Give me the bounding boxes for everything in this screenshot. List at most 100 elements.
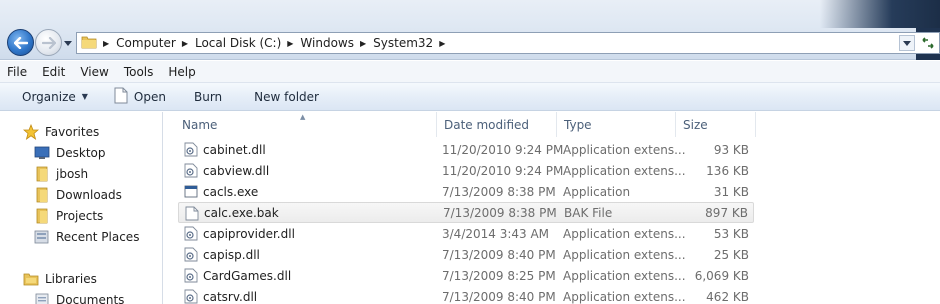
breadcrumb-arrow-icon[interactable]: ▶: [439, 39, 445, 48]
nav-item-downloads[interactable]: Downloads: [33, 185, 122, 205]
nav-item-label: Projects: [56, 209, 104, 223]
breadcrumb-local-disk[interactable]: ▶ Local Disk (C:): [176, 33, 281, 53]
address-bar[interactable]: ▶ Computer ▶ Local Disk (C:) ▶ Windows ▶…: [76, 32, 940, 54]
breadcrumb-system32[interactable]: ▶ System32 ▶: [354, 33, 452, 53]
breadcrumb-label[interactable]: Computer: [116, 36, 176, 50]
nav-item-label: Desktop: [56, 146, 106, 160]
nav-item-documents[interactable]: Documents: [33, 290, 124, 304]
new-folder-button[interactable]: New folder: [248, 85, 325, 109]
breadcrumb-arrow-icon[interactable]: ▶: [287, 39, 293, 48]
file-size: 93 KB: [713, 142, 749, 157]
nav-item-label: jbosh: [56, 167, 89, 181]
nav-item-projects[interactable]: Projects: [33, 206, 103, 226]
file-row[interactable]: cacls.exe 7/13/2009 8:38 PM Application 31 …: [178, 181, 754, 202]
recent-pages-dropdown[interactable]: [63, 38, 73, 48]
star-icon: [22, 124, 40, 140]
nav-item-jbosh[interactable]: jbosh: [33, 164, 88, 184]
refresh-icon: [922, 37, 934, 49]
file-name: CardGames.dll: [203, 268, 292, 283]
arrow-left-icon: [13, 36, 28, 49]
chevron-down-icon: [903, 40, 911, 46]
breadcrumb-label[interactable]: Windows: [300, 36, 354, 50]
nav-libraries[interactable]: Libraries: [22, 269, 97, 289]
organize-button[interactable]: Organize ▼: [16, 85, 94, 109]
refresh-button[interactable]: [919, 35, 937, 51]
open-button[interactable]: Open: [108, 85, 172, 109]
file-size: 53 KB: [713, 226, 749, 241]
forward-button[interactable]: [35, 29, 62, 56]
chevron-down-icon: ▼: [81, 92, 88, 101]
column-header-name[interactable]: Name: [175, 112, 437, 137]
nav-libraries-label: Libraries: [45, 272, 97, 286]
documents-library-icon: [33, 292, 51, 304]
column-header-date[interactable]: Date modified: [437, 112, 557, 137]
file-row[interactable]: cabinet.dll 11/20/2010 9:24 PM Application…: [178, 139, 754, 160]
folder-icon: [33, 187, 51, 203]
nav-item-recent-places[interactable]: Recent Places: [33, 227, 139, 247]
column-header-label: Size: [683, 117, 708, 132]
file-row[interactable]: CardGames.dll 7/13/2009 8:25 PM Applicatio…: [178, 265, 754, 286]
file-name: cabinet.dll: [203, 142, 266, 157]
breadcrumb-windows[interactable]: ▶ Windows: [281, 33, 354, 53]
column-header-label: Date modified: [444, 117, 530, 132]
file-type: Application: [563, 184, 631, 199]
folder-icon: [81, 34, 97, 53]
breadcrumb-arrow-icon[interactable]: ▶: [103, 39, 109, 48]
column-headers: ▲ Name Date modified Type Size: [164, 112, 940, 137]
column-header-label: Name: [182, 117, 218, 132]
file-row[interactable]: catsrv.dll 7/13/2009 8:40 PM Application e…: [178, 286, 754, 304]
dll-icon: [184, 226, 198, 241]
nav-item-desktop[interactable]: Desktop: [33, 143, 106, 163]
menu-bar: File Edit View Tools Help: [0, 61, 940, 83]
file-row[interactable]: calc.exe.bak 7/13/2009 8:38 PM BAK File 897…: [178, 202, 754, 223]
navigation-pane: Favorites Desktop jbosh Downloads Projec…: [0, 112, 163, 304]
file-type: Application extens...: [563, 226, 686, 241]
file-type: Application extens...: [563, 289, 686, 304]
nav-item-label: Downloads: [56, 188, 122, 202]
desktop-icon: [33, 145, 51, 161]
menu-help[interactable]: Help: [161, 65, 203, 79]
breadcrumb-arrow-icon[interactable]: ▶: [360, 39, 366, 48]
command-bar: Organize ▼ Open Burn New folder: [0, 83, 940, 111]
nav-favorites[interactable]: Favorites: [22, 122, 99, 142]
file-row[interactable]: capiprovider.dll 3/4/2014 3:43 AM Applicat…: [178, 223, 754, 244]
column-header-type[interactable]: Type: [557, 112, 676, 137]
nav-item-label: Documents: [56, 293, 125, 304]
breadcrumb-computer[interactable]: ▶ Computer: [97, 33, 176, 53]
address-history-dropdown[interactable]: [899, 35, 915, 51]
file-type: BAK File: [564, 205, 613, 220]
file-name: capisp.dll: [203, 247, 260, 262]
nav-favorites-label: Favorites: [45, 125, 100, 139]
back-button[interactable]: [7, 29, 34, 56]
file-name: calc.exe.bak: [204, 205, 279, 220]
folder-icon: [33, 208, 51, 224]
file-size: 462 KB: [706, 289, 749, 304]
address-bar-area: ▶ Computer ▶ Local Disk (C:) ▶ Windows ▶…: [0, 0, 940, 60]
file-type: Application extens...: [563, 142, 686, 157]
folder-icon: [33, 166, 51, 182]
menu-file[interactable]: File: [0, 65, 35, 79]
file-date-modified: 7/13/2009 8:40 PM: [442, 247, 556, 262]
file-type: Application extens...: [563, 247, 686, 262]
menu-view[interactable]: View: [73, 65, 116, 79]
file-date-modified: 7/13/2009 8:40 PM: [442, 289, 556, 304]
menu-edit[interactable]: Edit: [35, 65, 73, 79]
file-size: 31 KB: [713, 184, 749, 199]
dll-icon: [184, 247, 198, 262]
blank-file-icon: [185, 206, 199, 221]
breadcrumb-label[interactable]: Local Disk (C:): [195, 36, 281, 50]
breadcrumb-arrow-icon[interactable]: ▶: [182, 39, 188, 48]
burn-button[interactable]: Burn: [188, 85, 228, 109]
menu-tools[interactable]: Tools: [117, 65, 162, 79]
breadcrumb-label[interactable]: System32: [373, 36, 433, 50]
file-type: Application extens...: [563, 163, 686, 178]
file-row[interactable]: cabview.dll 11/20/2010 9:24 PM Application…: [178, 160, 754, 181]
file-date-modified: 7/13/2009 8:38 PM: [443, 205, 557, 220]
file-name: catsrv.dll: [203, 289, 258, 304]
file-name: cacls.exe: [203, 184, 259, 199]
document-icon: [114, 87, 128, 107]
column-header-size[interactable]: Size: [676, 112, 756, 137]
file-size: 136 KB: [706, 163, 749, 178]
file-row[interactable]: capisp.dll 7/13/2009 8:40 PM Application e…: [178, 244, 754, 265]
file-date-modified: 7/13/2009 8:25 PM: [442, 268, 556, 283]
